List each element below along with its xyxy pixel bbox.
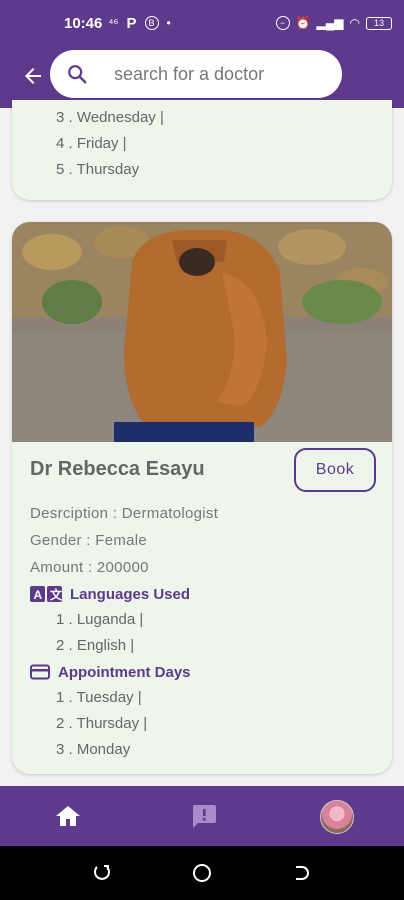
list-item: 1 . Tuesday | bbox=[56, 689, 142, 706]
dot-icon: • bbox=[166, 16, 171, 30]
recent-apps-icon[interactable] bbox=[92, 863, 112, 883]
credit-card-icon bbox=[30, 664, 50, 680]
languages-heading: A 文 Languages Used bbox=[12, 581, 392, 607]
doctor-card[interactable]: Dr Rebecca Esayu Book Desrciption : Derm… bbox=[12, 222, 392, 774]
book-button[interactable]: Book bbox=[294, 448, 376, 492]
list-item: 2 . Thursday | bbox=[56, 715, 148, 732]
list-item: 5 . Thursday bbox=[56, 161, 140, 178]
appointment-days-heading: Appointment Days bbox=[12, 659, 392, 685]
doctor-photo bbox=[12, 222, 392, 442]
wifi-icon: ◠ bbox=[349, 16, 360, 30]
list-item: 4 . Friday | bbox=[56, 135, 127, 152]
b-circle-icon: B bbox=[144, 16, 159, 30]
parking-icon: P bbox=[126, 14, 137, 32]
status-bar: 10:46 ⁴⁶ P B • − ⏰ ▂▄▆ ◠ 13 bbox=[64, 12, 392, 34]
doctor-name: Dr Rebecca Esayu bbox=[30, 458, 205, 480]
bottom-navigation bbox=[0, 786, 404, 846]
list-item: 3 . Monday bbox=[56, 741, 131, 758]
svg-text:文: 文 bbox=[50, 587, 62, 602]
app-bar: 10:46 ⁴⁶ P B • − ⏰ ▂▄▆ ◠ 13 bbox=[0, 0, 404, 108]
back-button[interactable] bbox=[20, 64, 46, 90]
search-icon bbox=[68, 65, 87, 84]
doctor-gender: Gender : Female bbox=[30, 532, 148, 549]
feedback-icon bbox=[193, 805, 216, 828]
arrow-left-icon bbox=[25, 68, 41, 84]
list-item: 1 . Luganda | bbox=[56, 611, 144, 628]
alarm-icon: ⏰ bbox=[295, 16, 311, 30]
nav-feedback[interactable] bbox=[190, 802, 218, 830]
nav-home[interactable] bbox=[54, 802, 82, 830]
back-nav-icon[interactable] bbox=[292, 863, 312, 883]
status-time: 10:46 bbox=[64, 14, 103, 32]
doctor-description: Desrciption : Dermatologist bbox=[30, 505, 219, 522]
search-bar[interactable] bbox=[50, 50, 342, 98]
translate-icon: A 文 bbox=[30, 585, 62, 603]
languages-list: 1 . Luganda | 2 . English | bbox=[12, 607, 392, 659]
home-circle-icon[interactable] bbox=[192, 863, 212, 883]
search-input[interactable] bbox=[114, 63, 314, 85]
svg-text:A: A bbox=[34, 588, 43, 602]
system-navigation-bar bbox=[0, 846, 404, 900]
signal-icon: ▂▄▆ bbox=[316, 16, 344, 30]
list-item: 3 . Wednesday | bbox=[56, 109, 164, 126]
appointment-days-list: 1 . Tuesday | 2 . Thursday | 3 . Monday bbox=[12, 685, 392, 763]
doctor-card-previous[interactable]: 3 . Wednesday | 4 . Friday | 5 . Thursda… bbox=[12, 100, 392, 200]
battery-icon: 13 bbox=[366, 16, 392, 30]
profile-avatar[interactable] bbox=[320, 800, 354, 834]
home-icon bbox=[56, 806, 80, 826]
signal-small-icon: ⁴⁶ bbox=[108, 16, 119, 30]
doctor-amount: Amount : 200000 bbox=[30, 559, 149, 576]
dnd-icon: − bbox=[275, 16, 290, 30]
appointment-days-list: 3 . Wednesday | 4 . Friday | 5 . Thursda… bbox=[12, 100, 392, 183]
list-item: 2 . English | bbox=[56, 637, 135, 654]
